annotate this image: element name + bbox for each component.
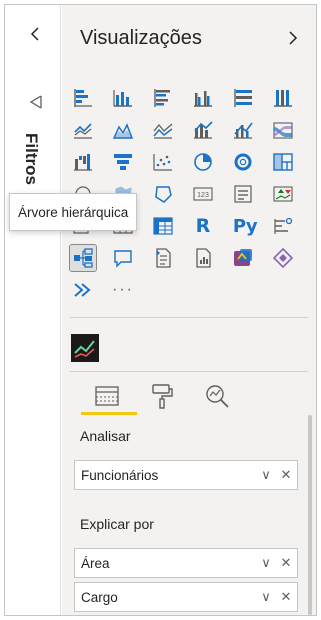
chevron-down-icon[interactable]: ∨ <box>259 467 273 483</box>
analytics-tab[interactable] <box>197 379 237 413</box>
matrix-icon[interactable] <box>150 213 176 239</box>
clustered-bar-chart-icon[interactable] <box>150 85 176 111</box>
python-visual-icon[interactable]: Py <box>230 213 260 239</box>
scatter-chart-icon[interactable] <box>150 149 176 175</box>
funnel-chart-icon[interactable] <box>110 149 136 175</box>
multi-row-card-icon[interactable] <box>230 181 256 207</box>
explain-field-name: Cargo <box>81 589 118 605</box>
build-visual-fields-icon <box>95 386 119 406</box>
active-tab-indicator <box>81 412 137 415</box>
ribbon-chart-icon[interactable] <box>270 117 296 143</box>
waterfall-chart-icon[interactable] <box>70 149 96 175</box>
tabs-divider <box>70 371 308 372</box>
kpi-icon[interactable] <box>270 181 296 207</box>
r-visual-icon[interactable]: R <box>190 213 216 239</box>
power-automate-icon[interactable] <box>270 245 296 271</box>
area-chart-icon[interactable] <box>110 117 136 143</box>
100-stacked-bar-chart-icon[interactable] <box>230 85 256 111</box>
chevron-down-icon[interactable]: ∨ <box>259 555 273 571</box>
app-frame: Filtros Visualizações 123 R Py ··· Anali… <box>4 4 317 616</box>
explain-by-field-well-cargo[interactable]: Cargo ∨ ✕ <box>74 582 298 612</box>
line-and-stacked-column-chart-icon[interactable] <box>190 117 216 143</box>
filters-pane-collapsed: Filtros <box>5 5 61 615</box>
analyze-field-well[interactable]: Funcionários ∨ ✕ <box>74 460 298 490</box>
filters-pane-label[interactable]: Filtros <box>21 133 41 185</box>
gallery-divider <box>70 317 308 318</box>
line-chart-icon[interactable] <box>70 117 96 143</box>
smart-narrative-icon[interactable] <box>150 245 176 271</box>
explain-by-field-well-area[interactable]: Área ∨ ✕ <box>74 548 298 578</box>
clustered-column-chart-icon[interactable] <box>190 85 216 111</box>
python-visual-label: Py <box>232 215 258 237</box>
format-paint-roller-icon <box>152 384 173 409</box>
treemap-icon[interactable] <box>270 149 296 175</box>
paginated-report-icon[interactable] <box>190 245 216 271</box>
filter-pane-icon[interactable] <box>27 93 45 111</box>
analytics-magnifier-icon <box>206 385 229 408</box>
donut-chart-icon[interactable] <box>230 149 256 175</box>
card-value: 123 <box>197 192 209 199</box>
remove-field-icon[interactable]: ✕ <box>279 589 293 605</box>
analyze-section-label: Analisar <box>80 428 131 444</box>
shape-map-icon[interactable] <box>150 181 176 207</box>
r-visual-label: R <box>195 215 211 237</box>
visualizations-pane: Visualizações 123 R Py ··· Analisar Func… <box>62 5 316 615</box>
stacked-column-chart-icon[interactable] <box>110 85 136 111</box>
azure-map-icon[interactable] <box>70 277 96 303</box>
format-tab[interactable] <box>142 379 182 413</box>
chevron-right-icon[interactable] <box>284 29 302 47</box>
explain-by-section-label: Explicar por <box>80 516 154 532</box>
qna-icon[interactable] <box>110 245 136 271</box>
line-and-clustered-column-chart-icon[interactable] <box>230 117 256 143</box>
card-icon[interactable]: 123 <box>190 181 216 207</box>
remove-field-icon[interactable]: ✕ <box>279 467 293 483</box>
vertical-scrollbar[interactable] <box>308 415 312 615</box>
100-stacked-column-chart-icon[interactable] <box>270 85 296 111</box>
visualizations-title: Visualizações <box>80 27 202 49</box>
chevron-down-icon[interactable]: ∨ <box>259 589 273 605</box>
stacked-area-chart-icon[interactable] <box>150 117 176 143</box>
remove-field-icon[interactable]: ✕ <box>279 555 293 571</box>
pie-chart-icon[interactable] <box>190 149 216 175</box>
chevron-left-icon[interactable] <box>27 25 45 43</box>
analyze-field-name: Funcionários <box>81 467 159 483</box>
visual-tooltip: Árvore hierárquica <box>9 193 138 231</box>
more-visuals-icon[interactable]: ··· <box>110 277 136 303</box>
explain-field-name: Área <box>81 555 110 571</box>
fields-tab[interactable] <box>87 379 127 413</box>
custom-sparkline-icon[interactable] <box>70 333 100 363</box>
key-influencers-icon[interactable] <box>270 213 296 239</box>
more-visuals-label: ··· <box>112 281 134 298</box>
power-apps-icon[interactable] <box>230 245 256 271</box>
decomposition-tree-icon[interactable] <box>69 244 97 272</box>
stacked-bar-chart-icon[interactable] <box>70 85 96 111</box>
